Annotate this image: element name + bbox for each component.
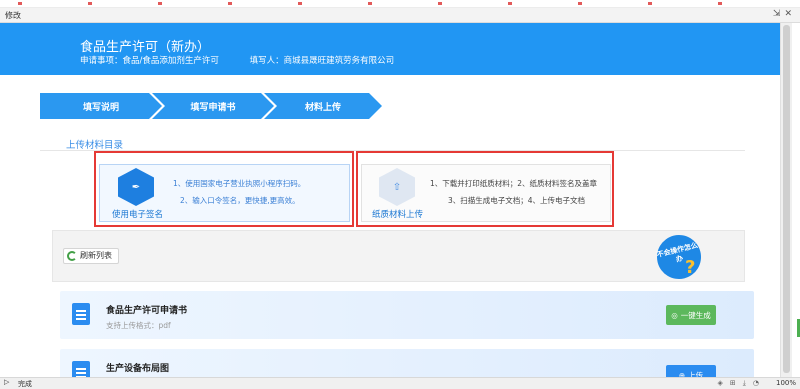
eye-icon: ◎ [671, 310, 678, 320]
card-label: 使用电子签名 [112, 210, 164, 220]
status-bar: ▷ 完成 ◈⊞⤓◔ 100% [0, 377, 800, 389]
refresh-list-button[interactable]: 刷新列表 [63, 248, 119, 264]
download-icon[interactable]: ⤓ [743, 379, 753, 387]
speaker-icon[interactable]: ◔ [753, 379, 766, 387]
tab-favicon[interactable] [18, 2, 22, 5]
page-title: 食品生产许可（新办） [80, 40, 211, 55]
step-label: 材料上传 [304, 102, 341, 113]
tab-favicon[interactable] [508, 2, 512, 5]
signature-hex-icon: ✒ [118, 168, 154, 206]
scrollbar-thumb[interactable] [783, 25, 790, 373]
card-step-text: 1、下载并打印纸质材料；2、纸质材料签名及盖章 [430, 179, 598, 188]
window-edge [792, 23, 800, 377]
window-title: 修改 [5, 11, 21, 20]
tab-favicon[interactable] [228, 2, 232, 5]
step-label: 填写申请书 [190, 102, 236, 113]
tab-favicon[interactable] [718, 2, 722, 5]
zoom-level[interactable]: 100% [776, 379, 796, 387]
document-name: 生产设备布局图 [106, 364, 170, 374]
card-step-text: 1、使用国家电子营业执照小程序扫码。 [173, 179, 306, 188]
document-name: 食品生产许可申请书 [106, 306, 188, 316]
close-icon[interactable]: ✕ [784, 9, 796, 19]
generate-label: 一键生成 [680, 310, 711, 320]
browser-tab-strip [0, 0, 800, 8]
play-icon[interactable]: ▷ [4, 378, 9, 386]
document-row: 食品生产许可申请书 支持上传格式：pdf ◎ 一键生成 [60, 291, 754, 339]
document-icon [72, 303, 90, 325]
upload-hex-icon: ⇧ [379, 168, 415, 206]
tab-favicon[interactable] [368, 2, 372, 5]
tab-favicon[interactable] [88, 2, 92, 5]
card-label: 纸质材料上传 [372, 210, 424, 220]
step-fill-instructions[interactable]: 填写说明 [40, 93, 162, 119]
generate-button[interactable]: ◎ 一键生成 [666, 305, 716, 325]
electronic-signature-card[interactable]: ✒ 使用电子签名 1、使用国家电子营业执照小程序扫码。 2、输入口令签名，更快捷… [99, 164, 350, 222]
window-titlebar: 修改 ⇲✕ [0, 8, 800, 23]
header-subtitle: 申请事项：食品/食品添加剂生产许可 填写人：商城县晟旺建筑劳务有限公司 [80, 54, 422, 66]
tab-favicon[interactable] [158, 2, 162, 5]
pen-icon: ✒ [131, 181, 141, 193]
card-step-text: 2、输入口令签名，更快捷,更高效。 [180, 196, 300, 205]
refresh-label: 刷新列表 [80, 251, 112, 260]
paper-upload-card[interactable]: ⇧ 纸质材料上传 1、下载并打印纸质材料；2、纸质材料签名及盖章 3、扫描生成电… [361, 164, 611, 222]
list-toolbar: 刷新列表 不会操作怎么办 ? [52, 230, 745, 284]
grid-icon[interactable]: ⊞ [730, 379, 743, 387]
status-icons: ◈⊞⤓◔ [718, 379, 766, 388]
step-label: 填写说明 [82, 102, 119, 113]
tab-favicon[interactable] [648, 2, 652, 5]
question-mark-icon: ? [685, 257, 696, 278]
filler-text: 填写人：商城县晟旺建筑劳务有限公司 [249, 56, 395, 66]
document-format: 支持上传格式：pdf [106, 321, 171, 330]
tab-favicon[interactable] [438, 2, 442, 5]
page-header: 食品生产许可（新办） 申请事项：食品/食品添加剂生产许可 填写人：商城县晟旺建筑… [0, 23, 780, 75]
apply-item-text: 申请事项：食品/食品添加剂生产许可 [80, 56, 219, 66]
upload-icon: ⇧ [392, 181, 402, 193]
pin-icon[interactable]: ⇲ [773, 9, 785, 19]
step-upload-materials[interactable]: 材料上传 [264, 93, 382, 119]
tab-favicon[interactable] [578, 2, 582, 5]
main-content: 填写说明 填写申请书 材料上传 上传材料目录 ✒ 使用电子签名 1、使用国家电子… [0, 75, 780, 389]
help-badge[interactable]: 不会操作怎么办 [652, 230, 706, 284]
section-title: 上传材料目录 [66, 140, 124, 151]
status-text: 完成 [18, 380, 32, 388]
tab-favicon[interactable] [298, 2, 302, 5]
window-controls: ⇲✕ [773, 9, 796, 19]
card-step-text: 3、扫描生成电子文档；4、上传电子文档 [448, 196, 586, 205]
step-fill-application[interactable]: 填写申请书 [152, 93, 274, 119]
vertical-scrollbar[interactable] [780, 23, 792, 377]
shield-icon[interactable]: ◈ [718, 379, 730, 387]
refresh-icon [67, 251, 77, 261]
